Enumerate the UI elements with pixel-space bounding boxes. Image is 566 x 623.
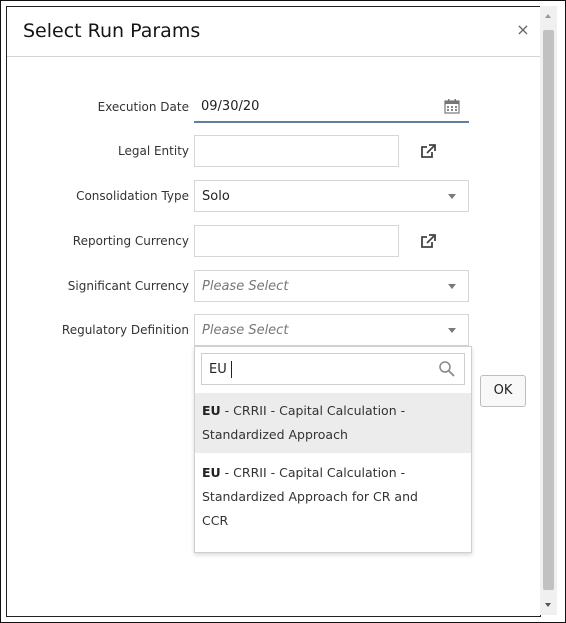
option-text: CCR (202, 513, 229, 528)
external-link-icon[interactable] (420, 234, 436, 253)
significant-currency-select[interactable]: Please Select (194, 270, 469, 302)
calendar-icon[interactable] (444, 99, 460, 118)
regulatory-definition-label: Regulatory Definition (61, 323, 189, 337)
legal-entity-label: Legal Entity (117, 144, 189, 158)
option-prefix: EU (202, 465, 221, 480)
significant-currency-placeholder: Please Select (202, 279, 289, 294)
regulatory-definition-placeholder: Please Select (202, 323, 289, 338)
chevron-down-icon (448, 284, 456, 289)
dropdown-search-input[interactable]: EU (201, 353, 465, 385)
consolidation-type-value: Solo (202, 189, 230, 204)
regulatory-definition-select[interactable]: Please Select (194, 314, 469, 346)
ok-button[interactable]: OK (480, 375, 526, 407)
close-icon[interactable]: × (514, 21, 532, 39)
significant-currency-row: Significant Currency Please Select (7, 270, 540, 304)
text-cursor (231, 361, 232, 378)
execution-date-value: 09/30/20 (201, 99, 260, 114)
option-text: Standardized Approach for CR and (202, 489, 418, 504)
option-text: Standardized Approach (202, 427, 348, 442)
scroll-down-icon[interactable] (545, 603, 551, 607)
consolidation-type-select[interactable]: Solo (194, 180, 469, 212)
execution-date-label: Execution Date (97, 100, 189, 114)
reporting-currency-label: Reporting Currency (72, 234, 189, 248)
regulatory-definition-dropdown: EU EU - CRRII - Capital Calculation - St… (194, 346, 472, 553)
chevron-down-icon (448, 328, 456, 333)
dropdown-search-value: EU (209, 362, 227, 377)
legal-entity-row: Legal Entity (7, 135, 540, 169)
significant-currency-label: Significant Currency (67, 279, 189, 293)
execution-date-row: Execution Date 09/30/20 (7, 91, 540, 125)
option-text: - CRRII - Capital Calculation - (220, 403, 406, 418)
dialog-header: Select Run Params × (7, 7, 540, 57)
option-prefix: EU (202, 403, 221, 418)
consolidation-type-label: Consolidation Type (76, 189, 189, 203)
dropdown-option[interactable]: EU - CRRII - Capital Calculation - Stand… (195, 393, 471, 453)
chevron-down-icon (448, 194, 456, 199)
consolidation-type-row: Consolidation Type Solo (7, 180, 540, 214)
legal-entity-input[interactable] (194, 135, 399, 167)
reporting-currency-row: Reporting Currency (7, 225, 540, 259)
search-icon[interactable] (438, 360, 456, 382)
external-link-icon[interactable] (420, 144, 436, 163)
scroll-up-icon[interactable] (545, 14, 551, 18)
reporting-currency-input[interactable] (194, 225, 399, 257)
option-text: - CRRII - Capital Calculation - (220, 465, 406, 480)
regulatory-definition-row: Regulatory Definition Please Select (7, 314, 540, 348)
run-params-dialog: Select Run Params × Execution Date 09/30… (6, 6, 541, 617)
execution-date-input[interactable]: 09/30/20 (194, 91, 469, 123)
scrollbar-thumb[interactable] (543, 30, 554, 590)
scrollbar[interactable] (540, 6, 557, 615)
dialog-title: Select Run Params (23, 20, 201, 42)
dropdown-option[interactable]: EU - CRRII - Capital Calculation - Stand… (195, 455, 471, 539)
